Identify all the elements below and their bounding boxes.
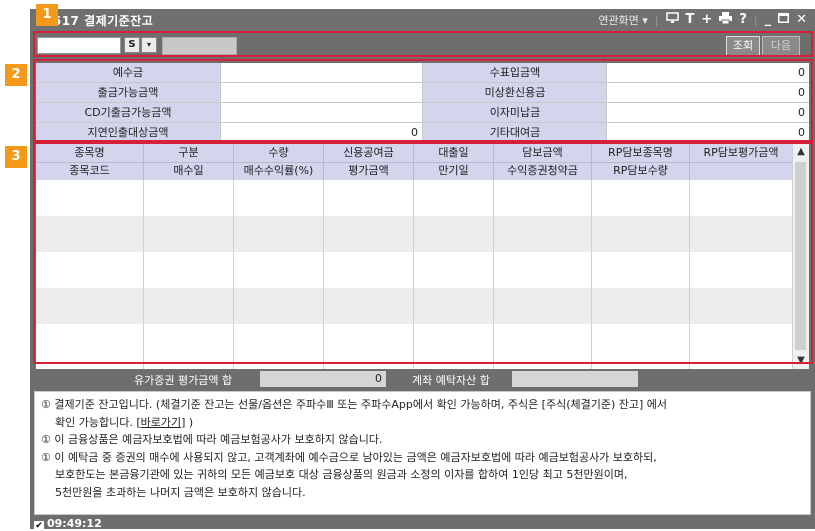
summary-value: 0 bbox=[606, 103, 809, 122]
table-row[interactable] bbox=[36, 288, 792, 324]
notice-line: ① 이 금융상품은 예금자보호법에 따라 예금보험공사가 보호하지 않습니다. bbox=[41, 433, 383, 446]
securities-total-value: 0 bbox=[260, 371, 386, 387]
column-header[interactable]: 구분 bbox=[144, 144, 234, 162]
summary-value: 0 bbox=[606, 83, 809, 102]
account-number-input[interactable] bbox=[37, 37, 121, 54]
next-button[interactable]: 다음 bbox=[762, 36, 800, 56]
checkbox-icon[interactable]: ✔ bbox=[34, 521, 44, 531]
notice-text: ) bbox=[185, 415, 194, 429]
holdings-grid[interactable]: 종목명 구분 수량 신용공여금 대출일 담보금액 RP담보종목명 RP담보평가금… bbox=[36, 144, 809, 369]
column-header[interactable]: 신용공여금 bbox=[324, 144, 414, 162]
app-window: 7517 결제기준잔고 연관화면 ▾ | T + ? | _ ✕ S ▾ 조회 bbox=[30, 9, 815, 531]
summary-value bbox=[220, 103, 422, 122]
scroll-down-icon[interactable]: ▼ bbox=[793, 353, 809, 369]
summary-label: 출금가능금액 bbox=[36, 83, 220, 102]
print-icon[interactable] bbox=[719, 12, 733, 28]
title-bar: 7517 결제기준잔고 연관화면 ▾ | T + ? | _ ✕ bbox=[30, 9, 815, 31]
securities-total-label: 유가증권 평가금액 합 bbox=[134, 374, 233, 387]
column-header[interactable]: 매수일 bbox=[144, 162, 234, 180]
clock-time: 09:49:12 bbox=[47, 517, 102, 530]
notice-text: 확인 가능합니다. bbox=[55, 415, 137, 429]
text-icon[interactable]: T bbox=[686, 13, 695, 27]
notice-line: 보호한도는 본금융기관에 있는 귀하의 모든 예금보호 대상 금융상품의 원금과… bbox=[55, 468, 628, 481]
summary-label: 지연인출대상금액 bbox=[36, 123, 220, 142]
maximize-icon[interactable] bbox=[778, 13, 790, 27]
table-row[interactable] bbox=[36, 252, 792, 288]
column-header[interactable]: 담보금액 bbox=[494, 144, 592, 162]
vertical-scrollbar[interactable]: ▲ ▼ bbox=[792, 144, 809, 369]
summary-value: 0 bbox=[220, 123, 422, 142]
grid-header: 종목명 구분 수량 신용공여금 대출일 담보금액 RP담보종목명 RP담보평가금… bbox=[36, 144, 792, 180]
summary-value: 0 bbox=[606, 63, 809, 82]
deposit-total-value bbox=[512, 371, 638, 387]
query-toolbar: S ▾ 조회 다음 bbox=[34, 33, 811, 58]
summary-label: 기타대여금 bbox=[422, 123, 607, 142]
table-row[interactable] bbox=[36, 324, 792, 360]
column-divider bbox=[413, 180, 414, 369]
summary-value bbox=[220, 63, 422, 82]
notice-panel: ① 결제기준 잔고입니다. (체결기준 잔고는 선물/옵션은 주파수Ⅲ 또는 주… bbox=[34, 391, 811, 515]
account-dropdown-button[interactable]: ▾ bbox=[141, 37, 157, 53]
query-button[interactable]: 조회 bbox=[726, 36, 760, 56]
minimize-icon[interactable]: _ bbox=[765, 13, 772, 27]
summary-label: 미상환신용금 bbox=[422, 83, 607, 102]
summary-label: 수표입금액 bbox=[422, 63, 607, 82]
notice-line: 5천만원을 초과하는 나머지 금액은 보호하지 않습니다. bbox=[55, 485, 306, 499]
notice-line: ① 결제기준 잔고입니다. (체결기준 잔고는 선물/옵션은 주파수Ⅲ 또는 주… bbox=[41, 398, 668, 411]
summary-row: 예수금 수표입금액 0 bbox=[36, 63, 809, 83]
column-header[interactable]: 종목코드 bbox=[36, 162, 144, 180]
title-separator: | bbox=[654, 13, 659, 27]
summary-label: 예수금 bbox=[36, 63, 220, 82]
table-row[interactable] bbox=[36, 216, 792, 252]
column-header[interactable]: RP담보수량 bbox=[592, 162, 690, 180]
column-divider bbox=[689, 180, 690, 369]
summary-row: 출금가능금액 미상환신용금 0 bbox=[36, 83, 809, 103]
column-header[interactable]: 수량 bbox=[234, 144, 324, 162]
annotation-badge: 1 bbox=[36, 4, 58, 26]
summary-row: CD기출금가능금액 이자미납금 0 bbox=[36, 103, 809, 123]
column-divider bbox=[591, 180, 592, 369]
column-header[interactable]: 매수수익률(%) bbox=[234, 162, 324, 180]
shortcut-link[interactable]: [바로가기] bbox=[136, 416, 185, 429]
balance-summary: 예수금 수표입금액 0 출금가능금액 미상환신용금 0 CD기출금가능금액 이자… bbox=[36, 63, 809, 143]
annotation-badge: 2 bbox=[5, 64, 27, 86]
column-header[interactable]: 수익증권청약금 bbox=[494, 162, 592, 180]
column-divider bbox=[233, 180, 234, 369]
grid-body[interactable] bbox=[36, 180, 792, 369]
totals-bar: 유가증권 평가금액 합 0 계좌 예탁자산 합 bbox=[34, 369, 811, 389]
column-divider bbox=[493, 180, 494, 369]
monitor-icon[interactable] bbox=[665, 12, 679, 28]
title-separator: | bbox=[753, 13, 758, 27]
column-divider bbox=[143, 180, 144, 369]
notice-line: 확인 가능합니다. [바로가기] ) bbox=[41, 414, 804, 432]
column-divider bbox=[323, 180, 324, 369]
notice-line: ① 이 예탁금 중 증권의 매수에 사용되지 않고, 고객계좌에 예수금으로 남… bbox=[41, 450, 657, 464]
scrollbar-thumb[interactable] bbox=[795, 162, 806, 350]
column-header[interactable]: 대출일 bbox=[414, 144, 494, 162]
column-header[interactable]: 평가금액 bbox=[324, 162, 414, 180]
title-bar-controls: 연관화면 ▾ | T + ? | _ ✕ bbox=[598, 12, 807, 28]
help-icon[interactable]: ? bbox=[739, 13, 747, 27]
table-row[interactable] bbox=[36, 180, 792, 216]
column-header[interactable]: RP담보종목명 bbox=[592, 144, 690, 162]
close-icon[interactable]: ✕ bbox=[796, 13, 807, 27]
column-header[interactable]: 종목명 bbox=[36, 144, 144, 162]
summary-value bbox=[220, 83, 422, 102]
related-screens-label: 연관화면 bbox=[598, 14, 639, 27]
column-header[interactable]: 만기일 bbox=[414, 162, 494, 180]
summary-row: 지연인출대상금액 0 기타대여금 0 bbox=[36, 123, 809, 143]
column-header[interactable] bbox=[690, 162, 792, 180]
account-type-button[interactable]: S bbox=[124, 37, 140, 53]
scroll-up-icon[interactable]: ▲ bbox=[793, 144, 809, 160]
deposit-total-label: 계좌 예탁자산 합 bbox=[412, 374, 490, 387]
plus-icon[interactable]: + bbox=[701, 13, 712, 27]
related-screens-menu[interactable]: 연관화면 ▾ bbox=[598, 12, 648, 28]
annotation-badge: 3 bbox=[5, 146, 27, 168]
summary-value: 0 bbox=[606, 123, 809, 142]
summary-label: 이자미납금 bbox=[422, 103, 607, 122]
column-header[interactable]: RP담보평가금액 bbox=[690, 144, 792, 162]
summary-label: CD기출금가능금액 bbox=[36, 103, 220, 122]
window-title: 7517 결제기준잔고 bbox=[44, 14, 154, 28]
account-name-field bbox=[162, 37, 237, 55]
